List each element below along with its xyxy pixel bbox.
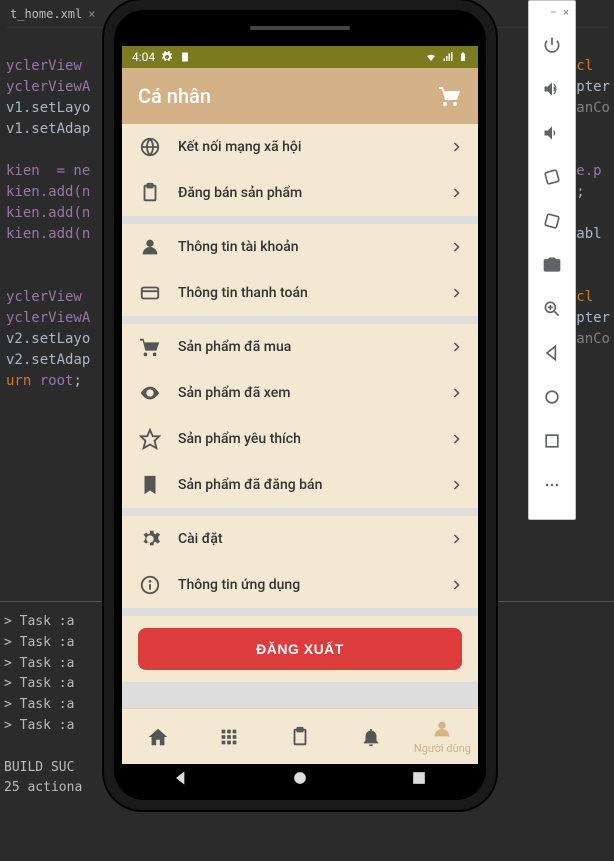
close-icon[interactable]: × bbox=[88, 5, 95, 23]
rotate-left-icon[interactable] bbox=[528, 155, 576, 199]
menu-item-settings[interactable]: Cài đặt bbox=[122, 516, 478, 562]
emulator-toolbar: – × bbox=[528, 0, 576, 520]
emu-home-icon[interactable] bbox=[528, 375, 576, 419]
clipboard-icon bbox=[179, 51, 191, 63]
phone-speaker bbox=[250, 26, 350, 30]
nav-orders[interactable]: Đơn hàng bbox=[264, 726, 335, 748]
info-icon bbox=[138, 573, 162, 597]
power-icon[interactable] bbox=[528, 23, 576, 67]
menu-label: Thông tin thanh toán bbox=[178, 285, 450, 301]
phone-frame: 4:04 Cá nhân bbox=[104, 0, 496, 810]
chevron-right-icon bbox=[450, 579, 462, 591]
signal-icon bbox=[442, 51, 454, 63]
menu-label: Đăng bán sản phẩm bbox=[178, 185, 450, 201]
android-back-icon[interactable] bbox=[171, 768, 191, 788]
nav-notifications[interactable]: Thông báo bbox=[336, 726, 407, 748]
person-icon bbox=[431, 718, 453, 740]
logout-button[interactable]: ĐĂNG XUẤT bbox=[138, 628, 462, 670]
menu-label: Sản phẩm đã mua bbox=[178, 339, 450, 355]
globe-icon bbox=[138, 135, 162, 159]
chevron-right-icon bbox=[450, 387, 462, 399]
rotate-right-icon[interactable] bbox=[528, 199, 576, 243]
person-icon bbox=[138, 235, 162, 259]
android-home-icon[interactable] bbox=[290, 768, 310, 788]
bookmark-icon bbox=[138, 473, 162, 497]
menu-label: Cài đặt bbox=[178, 531, 450, 547]
android-overview-icon[interactable] bbox=[409, 768, 429, 788]
more-icon[interactable] bbox=[528, 463, 576, 507]
clipboard-icon bbox=[138, 181, 162, 205]
grid-icon bbox=[218, 726, 240, 748]
bell-icon bbox=[360, 726, 382, 748]
menu-item-favorite[interactable]: Sản phẩm yêu thích bbox=[122, 416, 478, 462]
app-bar: Cá nhân bbox=[122, 68, 478, 124]
chevron-right-icon bbox=[450, 241, 462, 253]
clipboard-icon bbox=[289, 726, 311, 748]
menu-item-viewed[interactable]: Sản phẩm đã xem bbox=[122, 370, 478, 416]
nav-home[interactable]: Trang chủ bbox=[122, 726, 193, 748]
menu-label: Sản phẩm đã xem bbox=[178, 385, 450, 401]
menu-item-account[interactable]: Thông tin tài khoản bbox=[122, 224, 478, 270]
app-screen: 4:04 Cá nhân bbox=[122, 46, 478, 764]
chevron-right-icon bbox=[450, 533, 462, 545]
eye-icon bbox=[138, 381, 162, 405]
bottom-nav: Trang chủ Danh mục Đơn hàng Thông báo Ng… bbox=[122, 708, 478, 764]
menu-label: Thông tin tài khoản bbox=[178, 239, 450, 255]
nav-grid[interactable]: Danh mục bbox=[193, 726, 264, 748]
minimize-button[interactable]: – bbox=[550, 6, 557, 19]
battery-icon bbox=[458, 50, 468, 64]
menu-item-sell[interactable]: Đăng bán sản phẩm bbox=[122, 170, 478, 216]
chevron-right-icon bbox=[450, 433, 462, 445]
card-icon bbox=[138, 281, 162, 305]
menu-item-social[interactable]: Kết nối mạng xã hội bbox=[122, 124, 478, 170]
menu-item-appinfo[interactable]: Thông tin ứng dụng bbox=[122, 562, 478, 608]
close-button[interactable]: × bbox=[563, 6, 569, 19]
star-icon bbox=[138, 427, 162, 451]
volume-up-icon[interactable] bbox=[528, 67, 576, 111]
menu-item-payment[interactable]: Thông tin thanh toán bbox=[122, 270, 478, 316]
chevron-right-icon bbox=[450, 287, 462, 299]
chevron-right-icon bbox=[450, 187, 462, 199]
gear-icon bbox=[138, 527, 162, 551]
menu-item-purchased[interactable]: Sản phẩm đã mua bbox=[122, 324, 478, 370]
menu-label: Sản phẩm đã đăng bán bbox=[178, 477, 450, 493]
android-nav-bar bbox=[122, 760, 478, 796]
cart-icon bbox=[138, 335, 162, 359]
volume-down-icon[interactable] bbox=[528, 111, 576, 155]
cart-icon[interactable] bbox=[438, 84, 462, 108]
zoom-in-icon[interactable] bbox=[528, 287, 576, 331]
emu-overview-icon[interactable] bbox=[528, 419, 576, 463]
status-time: 4:04 bbox=[132, 50, 155, 64]
chevron-right-icon bbox=[450, 479, 462, 491]
home-icon bbox=[147, 726, 169, 748]
menu-label: Thông tin ứng dụng bbox=[178, 577, 450, 593]
nav-profile[interactable]: Người dùng bbox=[407, 718, 478, 755]
camera-icon[interactable] bbox=[528, 243, 576, 287]
wifi-icon bbox=[424, 51, 438, 63]
menu-container[interactable]: Kết nối mạng xã hội Đăng bán sản phẩm Th… bbox=[122, 124, 478, 708]
chevron-right-icon bbox=[450, 341, 462, 353]
menu-label: Sản phẩm yêu thích bbox=[178, 431, 450, 447]
menu-label: Kết nối mạng xã hội bbox=[178, 139, 450, 155]
gear-icon bbox=[161, 51, 173, 63]
tab-filename: t_home.xml bbox=[10, 5, 82, 23]
status-bar: 4:04 bbox=[122, 46, 478, 68]
chevron-right-icon bbox=[450, 141, 462, 153]
page-title: Cá nhân bbox=[138, 84, 211, 108]
menu-item-posted[interactable]: Sản phẩm đã đăng bán bbox=[122, 462, 478, 508]
emu-back-icon[interactable] bbox=[528, 331, 576, 375]
